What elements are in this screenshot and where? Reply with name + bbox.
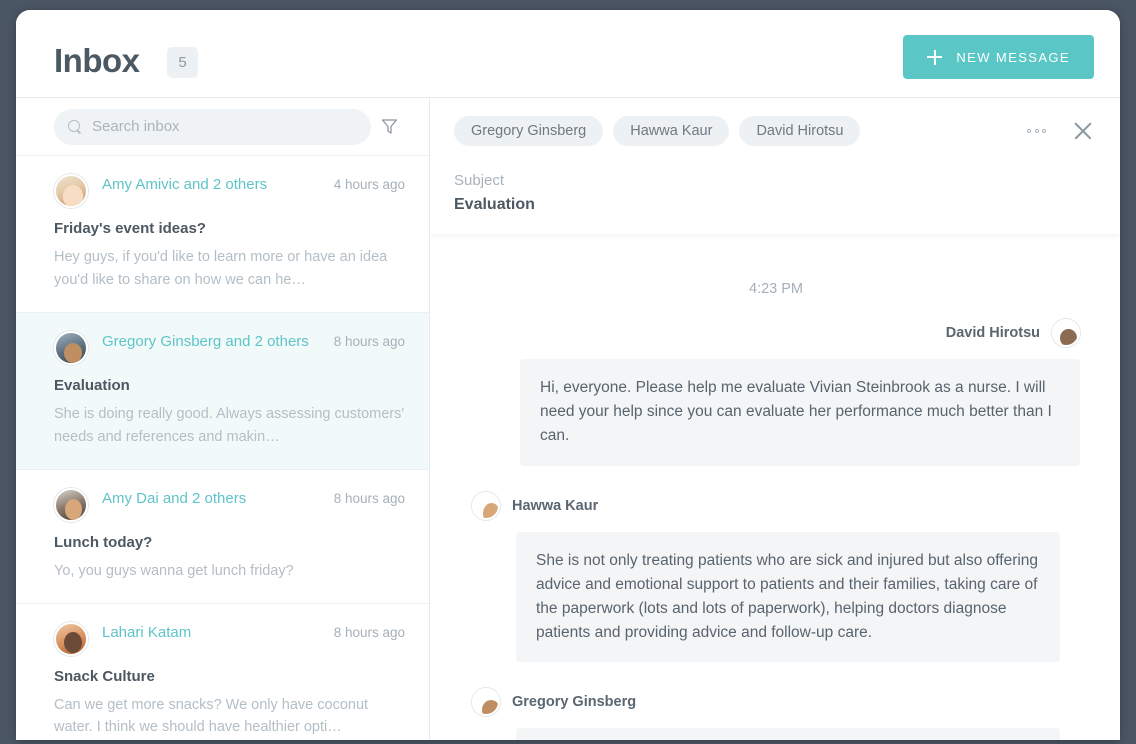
avatar-david-hirotsu [1052, 319, 1080, 347]
conversation-sender: Gregory Ginsberg and 2 others [102, 332, 309, 350]
close-icon[interactable] [1072, 120, 1094, 142]
conversation-item-2[interactable]: Gregory Ginsberg and 2 others 8 hours ag… [16, 312, 429, 470]
message-thread[interactable]: 4:23 PM David Hirotsu Hi, everyone. Plea… [430, 253, 1120, 740]
subject-block: Subject Evaluation [454, 172, 1094, 214]
conversation-preview: She is doing really good. Always assessi… [54, 405, 405, 445]
page-title: Inbox [54, 42, 140, 79]
search-box[interactable] [54, 108, 371, 145]
new-message-label: NEW MESSAGE [956, 49, 1070, 65]
message-1: David Hirotsu Hi, everyone. Please help … [472, 319, 1080, 466]
conversation-item-3[interactable]: Amy Dai and 2 others 8 hours ago Lunch t… [16, 469, 429, 604]
conversation-item-1[interactable]: Amy Amivic and 2 others 4 hours ago Frid… [16, 156, 429, 313]
conversation-time: 8 hours ago [333, 490, 405, 506]
conversation-preview: Hey guys, if you'd like to learn more or… [54, 249, 388, 288]
message-sender: Gregory Ginsberg [512, 694, 637, 711]
inbox-count-badge: 5 [167, 47, 198, 78]
plus-icon [927, 49, 943, 65]
conversation-subject: Snack Culture [54, 667, 155, 685]
avatar-hawwa-kaur [472, 491, 500, 520]
conversation-time: 8 hours ago [333, 624, 405, 640]
recipient-chip-3[interactable]: David Hirotsu [739, 116, 861, 146]
message-sender: David Hirotsu [945, 325, 1040, 341]
conversation-sender: Amy Amivic and 2 others [102, 176, 268, 193]
new-message-button[interactable]: NEW MESSAGE [903, 35, 1094, 79]
avatar-amy-dai [54, 487, 88, 522]
conversation-subject: Friday's event ideas? [54, 220, 206, 237]
top-bar: Inbox 5 NEW MESSAGE [16, 10, 1120, 98]
search-icon [68, 119, 82, 134]
conversation-sender: Amy Dai and 2 others [102, 489, 247, 507]
avatar-amy-amivic [54, 174, 88, 208]
message-bubble: She is not only treating patients who ar… [516, 531, 1060, 663]
recipient-chip-1[interactable]: Gregory Ginsberg [454, 116, 604, 146]
more-horizontal-icon[interactable] [1025, 123, 1048, 139]
message-header: Gregory Ginsberg Hawwa Kaur David Hirots… [430, 98, 1120, 234]
conversation-time: 4 hours ago [333, 177, 405, 192]
conversation-item-4[interactable]: Lahari Katam 8 hours ago Snack Culture C… [16, 603, 429, 740]
conversation-preview: Yo, you guys wanna get lunch friday? [54, 562, 294, 579]
avatar-lahari-katam [54, 621, 88, 656]
message-sender: Hawwa Kaur [512, 497, 599, 514]
message-3: Gregory Ginsberg She is doing really goo… [472, 688, 1080, 740]
conversation-list[interactable]: Amy Amivic and 2 others 4 hours ago Frid… [16, 156, 429, 740]
message-2: Hawwa Kaur She is not only treating pati… [472, 491, 1080, 663]
filter-funnel-icon[interactable] [371, 109, 407, 145]
conversation-list-pane: Amy Amivic and 2 others 4 hours ago Frid… [16, 98, 430, 740]
search-input[interactable] [92, 118, 357, 135]
conversation-sender: Lahari Katam [102, 623, 192, 641]
message-pane: Gregory Ginsberg Hawwa Kaur David Hirots… [430, 98, 1120, 740]
avatar-gregory-ginsberg [472, 688, 500, 717]
subject-value: Evaluation [454, 196, 535, 213]
conversation-time: 8 hours ago [333, 333, 405, 349]
conversation-preview: Can we get more snacks? We only have coc… [54, 696, 369, 736]
app-window: Inbox 5 NEW MESSAGE Search inbox Amy Ami… [16, 10, 1120, 740]
subject-label: Subject [454, 172, 505, 189]
message-bubble: Hi, everyone. Please help me evaluate Vi… [520, 359, 1080, 466]
conversation-subject: Evaluation [54, 376, 130, 394]
thread-timestamp: 4:23 PM [749, 281, 803, 297]
search-row [16, 98, 429, 156]
recipient-chip-2[interactable]: Hawwa Kaur [613, 116, 730, 146]
conversation-subject: Lunch today? [54, 533, 153, 551]
avatar-gregory-ginsberg [54, 330, 88, 365]
recipients-row: Gregory Ginsberg Hawwa Kaur David Hirots… [454, 116, 1094, 146]
message-bubble: She is doing really good. Always assessi… [516, 728, 1060, 740]
